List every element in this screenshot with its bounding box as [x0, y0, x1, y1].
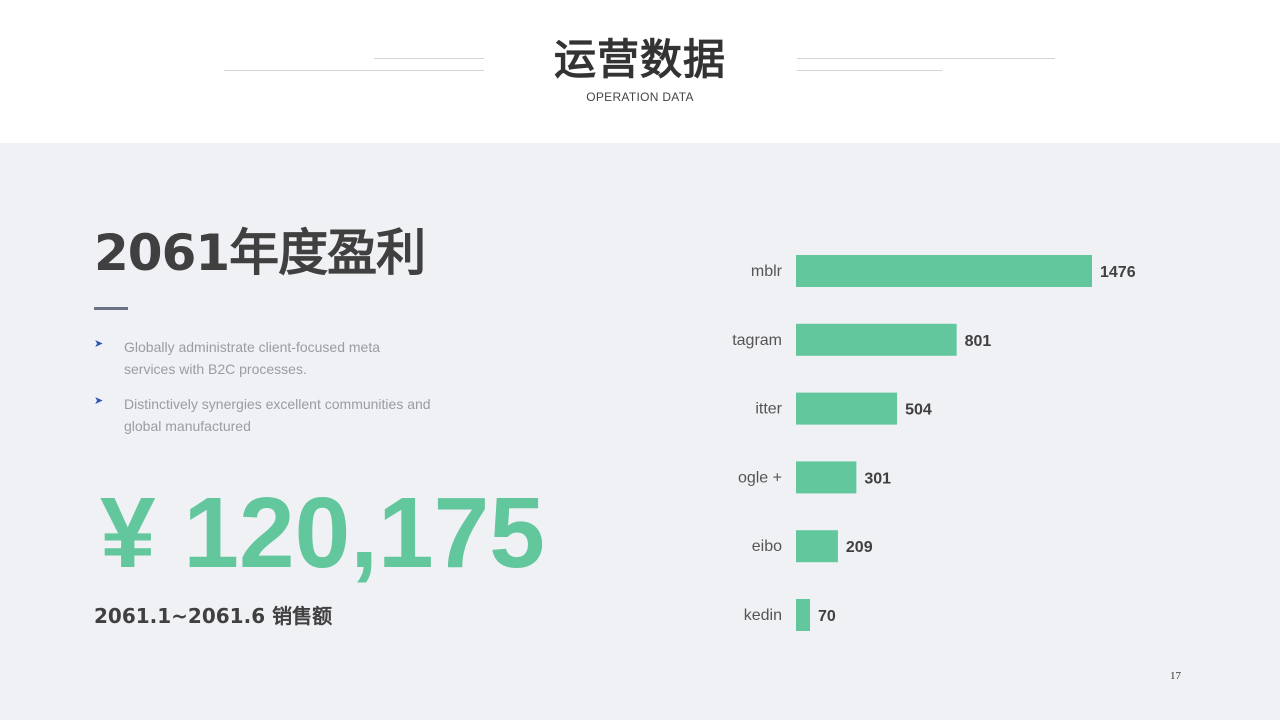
bar: [796, 461, 857, 494]
bar: [796, 392, 898, 425]
category-label: ogle +: [738, 469, 782, 486]
bullet-item: ➤ Globally administrate client-focused m…: [94, 336, 434, 380]
category-label: mblr: [751, 263, 783, 280]
category-label: itter: [755, 401, 782, 418]
value-label: 504: [905, 402, 932, 419]
section-title: 2061年度盈利: [94, 224, 426, 282]
arrow-bullet-icon: ➤: [94, 338, 104, 350]
category-label: kedin: [744, 607, 782, 624]
value-label: 209: [846, 539, 873, 556]
page-number: 17: [1170, 670, 1181, 682]
revenue-figure: ¥ 120,175: [100, 477, 545, 589]
bar: [796, 255, 1092, 287]
bullet-text: Globally administrate client-focused met…: [124, 339, 381, 377]
slide-header: 运营数据 OPERATION DATA: [0, 0, 1280, 143]
bar: [796, 530, 838, 563]
bullet-item: ➤ Distinctively synergies excellent comm…: [94, 393, 434, 437]
value-label: 801: [965, 333, 992, 350]
value-label: 1476: [1100, 264, 1136, 281]
bullet-text: Distinctively synergies excellent commun…: [124, 396, 431, 434]
bar: [796, 599, 811, 631]
slide-title: 运营数据: [553, 35, 726, 84]
category-label: tagram: [732, 332, 782, 349]
value-label: 301: [864, 470, 891, 487]
bar-chart: mblr 1476 tagram 801 itter 504 ogle + 301 eibo 20…: [732, 255, 1136, 631]
arrow-bullet-icon: ➤: [94, 395, 104, 407]
bar: [796, 323, 957, 356]
period-label: 2061.1~2061.6 销售额: [94, 604, 333, 628]
bullet-list: ➤ Globally administrate client-focused m…: [94, 336, 434, 450]
value-label: 70: [818, 608, 836, 625]
accent-divider: [94, 307, 128, 310]
slide-subtitle: OPERATION DATA: [586, 90, 694, 104]
category-label: eibo: [752, 538, 782, 555]
